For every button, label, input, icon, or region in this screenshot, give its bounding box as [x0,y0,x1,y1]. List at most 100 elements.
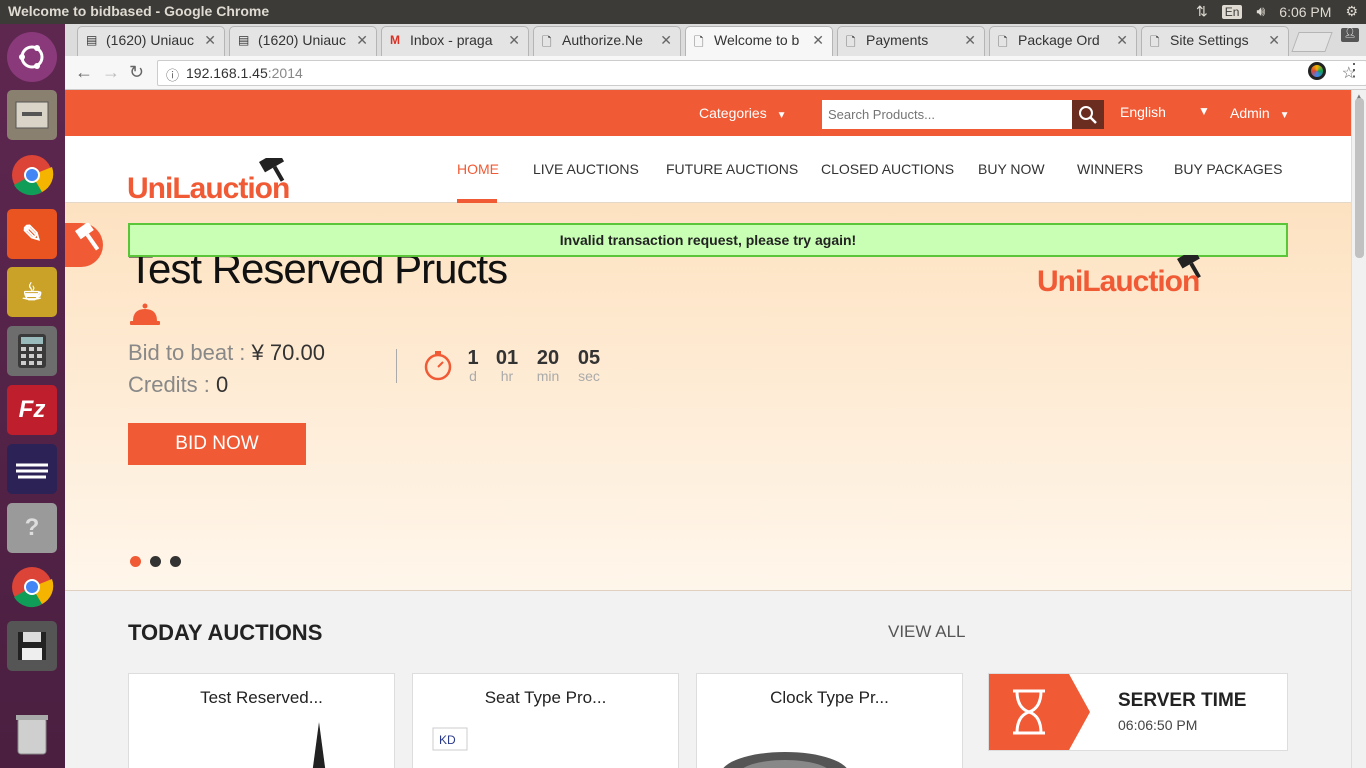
filezilla-icon[interactable]: Fz [7,385,57,435]
admin-menu[interactable]: Admin ▼ [1230,105,1289,121]
volume-icon[interactable]: 🔊︎ [1256,3,1265,20]
menu-kebab-icon[interactable]: ⋮ [1345,60,1363,81]
logo-text: UniLauction [127,172,290,205]
nav-home[interactable]: HOME [457,161,499,177]
profile-icon[interactable]: 👤︎ [1341,28,1359,42]
hero-logo: UniLauction [1037,249,1237,299]
nav-winners[interactable]: WINNERS [1077,161,1143,177]
tab[interactable]: ▤ (1620) Uniauc ✕ [77,26,225,56]
keyboard-layout-indicator[interactable]: En [1221,4,1243,19]
ubuntu-logo-icon[interactable] [7,32,57,82]
nav-buy-now[interactable]: BUY NOW [978,161,1045,177]
forward-icon[interactable]: → [102,62,120,83]
page-icon: 🗋︎ [542,35,552,49]
top-header-bar: Categories ▼ English ▼ Admin ▼ [65,90,1351,136]
tab[interactable]: 🗋︎ Package Ord ✕ [989,26,1137,56]
countdown-days: 1d [463,347,483,384]
nav-buy-packages[interactable]: BUY PACKAGES [1174,161,1282,177]
gavel-icon [75,221,100,251]
browser-chrome: ▤ (1620) Uniauc ✕ ▤ (1620) Uniauc ✕ M In… [65,24,1366,90]
tab[interactable]: 🗋︎ Site Settings ✕ [1141,26,1289,56]
slider-dot[interactable] [150,556,161,567]
chrome-icon[interactable] [7,562,57,612]
tab-label: (1620) Uniauc [106,32,194,48]
pencil-icon[interactable]: ✎ [7,209,57,259]
bid-now-button[interactable]: BID NOW [128,423,306,465]
credits-value: 0 [216,372,229,397]
save-icon[interactable] [7,621,57,671]
server-time-value: 06:06:50 PM [1118,717,1198,733]
extension-icon[interactable] [1308,62,1326,80]
product-image[interactable] [299,722,339,768]
tab-active[interactable]: 🗋︎ Welcome to b ✕ [685,26,833,56]
eclipse-icon[interactable] [7,444,57,494]
categories-dropdown[interactable]: Categories ▼ [699,105,787,121]
gmail-icon: M [390,33,400,47]
close-icon[interactable]: ✕ [356,32,368,49]
nav-closed-auctions[interactable]: CLOSED AUCTIONS [821,161,954,177]
close-icon[interactable]: ✕ [964,32,976,49]
countdown-value: 20 [536,347,560,369]
chrome-icon[interactable] [7,150,57,200]
slider-dot[interactable] [170,556,181,567]
webpage: Categories ▼ English ▼ Admin ▼ UniLaucti… [65,90,1351,768]
language-select[interactable]: English [1120,104,1166,120]
teapot-icon[interactable]: ☕︎ [7,267,57,317]
auction-card[interactable]: Clock Type Pr... [696,673,963,768]
system-tray: ⇅ En 🔊︎ 6:06 PM ⚙ [1196,3,1358,20]
server-time-widget: SERVER TIME 06:06:50 PM [988,673,1288,751]
back-icon[interactable]: ← [75,62,93,83]
search-button[interactable] [1072,100,1104,129]
divider [396,349,397,383]
countdown-value: 05 [577,347,601,369]
search-input[interactable] [822,100,1072,129]
trash-icon[interactable] [7,709,57,759]
auction-card-title[interactable]: Test Reserved... [129,688,394,708]
close-icon[interactable]: ✕ [812,32,824,49]
countdown-hours: 01 hr [493,347,521,384]
tab[interactable]: ▤ (1620) Uniauc ✕ [229,26,377,56]
tab[interactable]: 🗋︎ Authorize.Ne ✕ [533,26,681,56]
caret-down-icon[interactable]: ▼ [1198,104,1210,118]
address-bar[interactable]: ⓘ 192.168.1.45:2014 ☆ [157,60,1366,86]
close-icon[interactable]: ✕ [1116,32,1128,49]
gear-icon[interactable]: ⚙ [1345,3,1358,20]
files-icon[interactable] [7,90,57,140]
network-icon[interactable]: ⇅ [1196,3,1208,20]
credits-label: Credits : [128,372,210,397]
gavel-badge[interactable] [65,221,103,267]
today-auctions-heading: TODAY AUCTIONS [128,620,323,645]
view-all-link[interactable]: VIEW ALL [888,622,965,642]
bid-value: ¥ 70.00 [251,340,325,365]
new-tab-button[interactable] [1291,32,1333,52]
stopwatch-icon [424,351,452,381]
close-icon[interactable]: ✕ [204,32,216,49]
system-clock[interactable]: 6:06 PM [1279,4,1331,20]
close-icon[interactable]: ✕ [1268,32,1280,49]
site-logo[interactable]: UniLauction [127,151,327,205]
nav-future-auctions[interactable]: FUTURE AUCTIONS [666,161,798,177]
product-image[interactable]: KD [431,724,631,768]
close-icon[interactable]: ✕ [660,32,672,49]
reload-icon[interactable]: ↻ [129,62,144,83]
close-icon[interactable]: ✕ [508,32,520,49]
page-icon: 🗋︎ [846,35,856,49]
scrollbar-thumb[interactable] [1355,98,1364,258]
tab[interactable]: M Inbox - praga ✕ [381,26,529,56]
auction-card[interactable]: Seat Type Pro... KD [412,673,679,768]
help-icon[interactable]: ? [7,503,57,553]
countdown-unit: sec [578,368,600,384]
tab[interactable]: 🗋︎ Payments ✕ [837,26,985,56]
countdown-unit: min [536,368,560,384]
auction-card[interactable]: Test Reserved... [128,673,395,768]
calculator-icon[interactable] [7,326,57,376]
product-image[interactable] [715,724,855,768]
slider-dot-active[interactable] [130,556,141,567]
auction-card-title[interactable]: Seat Type Pro... [413,688,678,708]
auction-card-title[interactable]: Clock Type Pr... [697,688,962,708]
nav-live-auctions[interactable]: LIVE AUCTIONS [533,161,639,177]
tab-label: Payments [866,32,929,48]
page-scrollbar[interactable]: ▲ [1351,90,1366,768]
info-icon[interactable]: ⓘ [166,65,179,84]
bid-to-beat: Bid to beat : ¥ 70.00 [128,340,325,366]
